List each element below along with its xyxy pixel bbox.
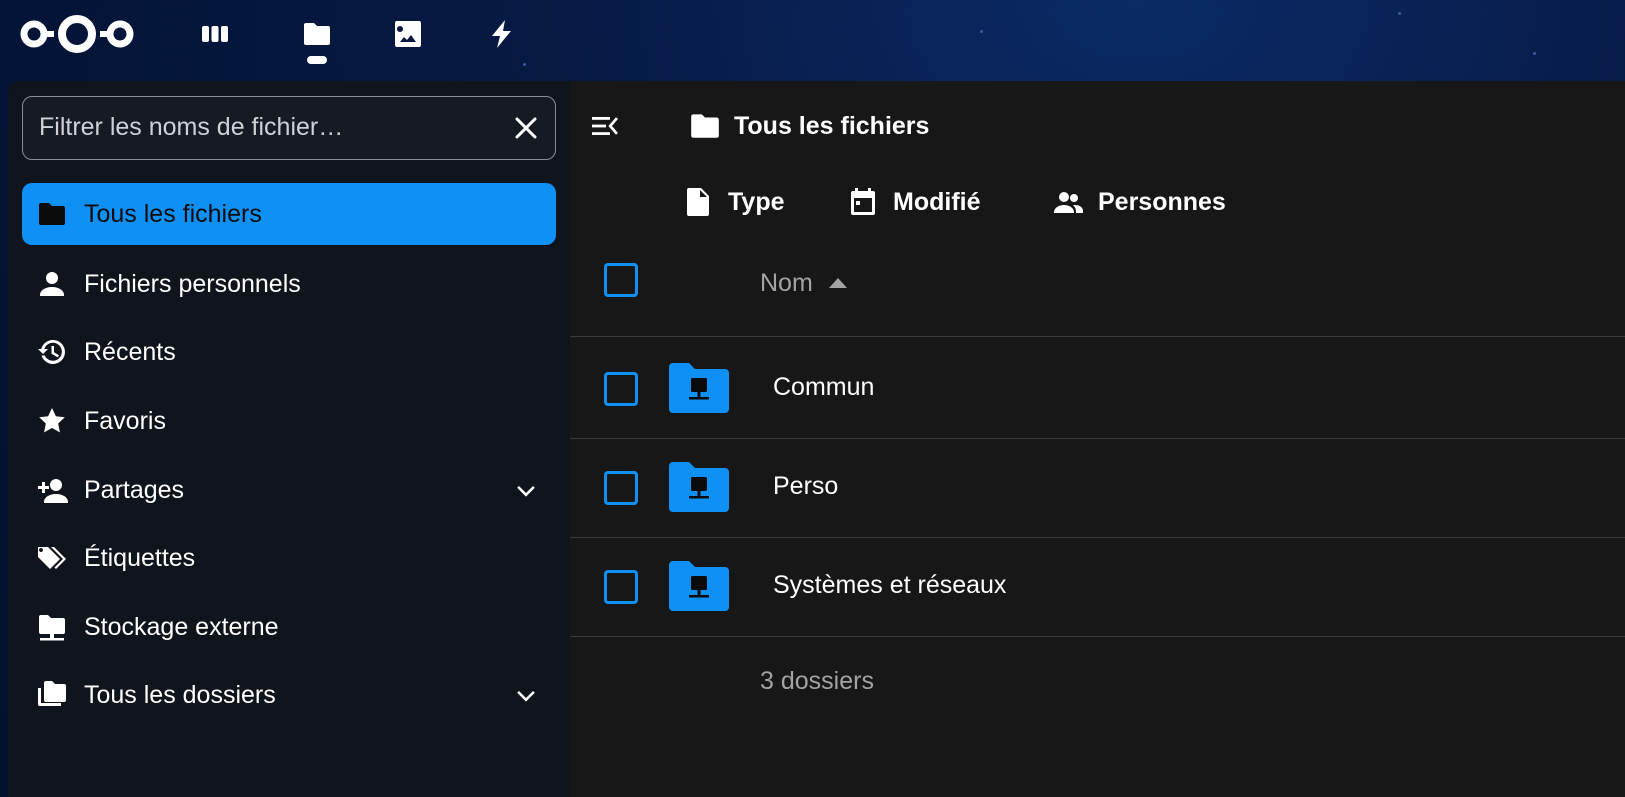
active-app-indicator bbox=[307, 56, 327, 64]
breadcrumb-label: Tous les fichiers bbox=[734, 111, 930, 140]
nextcloud-logo[interactable] bbox=[18, 12, 136, 56]
sidebar: Tous les fichiers Fichiers personnels Ré… bbox=[8, 81, 570, 797]
sidebar-item-personal-files[interactable]: Fichiers personnels bbox=[22, 253, 556, 315]
table-row[interactable]: Perso bbox=[570, 436, 1625, 538]
chevron-down-icon[interactable] bbox=[514, 478, 538, 502]
image-icon[interactable] bbox=[388, 14, 428, 54]
table-row[interactable]: Systèmes et réseaux bbox=[570, 535, 1625, 637]
history-icon bbox=[36, 336, 68, 368]
app-shell: Tous les fichiers Fichiers personnels Ré… bbox=[8, 81, 1625, 797]
filter-type-label: Type bbox=[728, 187, 785, 216]
file-name[interactable]: Perso bbox=[773, 472, 838, 501]
filter-modified-label: Modifié bbox=[893, 187, 981, 216]
sidebar-item-label: Tous les dossiers bbox=[84, 680, 276, 709]
filter-people-label: Personnes bbox=[1098, 187, 1226, 216]
people-icon bbox=[1054, 192, 1083, 213]
filter-box bbox=[22, 96, 556, 160]
sidebar-item-label: Étiquettes bbox=[84, 543, 196, 572]
sidebar-item-label: Stockage externe bbox=[84, 612, 279, 641]
sidebar-item-label: Favoris bbox=[84, 406, 166, 435]
file-icon bbox=[687, 188, 709, 216]
top-bar bbox=[0, 0, 1625, 78]
table-row[interactable]: Commun bbox=[570, 337, 1625, 439]
sidebar-item-label: Fichiers personnels bbox=[84, 269, 301, 298]
sidebar-item-label: Récents bbox=[84, 337, 176, 366]
folder-icon bbox=[691, 114, 719, 138]
network-folder-icon[interactable] bbox=[669, 560, 729, 612]
sort-ascending-icon bbox=[828, 278, 847, 288]
network-folder-icon[interactable] bbox=[669, 362, 729, 414]
folder-icon[interactable] bbox=[297, 14, 337, 54]
user-icon bbox=[36, 268, 68, 300]
column-header-name[interactable]: Nom bbox=[760, 265, 847, 301]
calendar-icon bbox=[851, 188, 875, 215]
network-folder-icon[interactable] bbox=[669, 461, 729, 513]
sidebar-item-label: Tous les fichiers bbox=[84, 199, 262, 228]
file-list-panel: Tous les fichiers Type Modifié Personnes… bbox=[570, 81, 1625, 797]
file-name[interactable]: Systèmes et réseaux bbox=[773, 571, 1006, 600]
lightning-icon[interactable] bbox=[482, 14, 522, 54]
sidebar-item-all-folders[interactable]: Tous les dossiers bbox=[22, 664, 556, 726]
sidebar-item-label: Partages bbox=[84, 475, 185, 504]
background-star bbox=[980, 30, 983, 33]
share-user-icon bbox=[36, 474, 68, 506]
sidebar-item-recents[interactable]: Récents bbox=[22, 321, 556, 383]
close-icon[interactable] bbox=[511, 113, 541, 143]
sidebar-item-shares[interactable]: Partages bbox=[22, 459, 556, 521]
external-storage-icon bbox=[36, 611, 68, 643]
chevron-down-icon[interactable] bbox=[514, 683, 538, 707]
file-name[interactable]: Commun bbox=[773, 373, 874, 402]
folders-icon bbox=[36, 679, 68, 711]
filter-people-button[interactable]: Personnes bbox=[1052, 184, 1226, 220]
background-star bbox=[1533, 52, 1536, 55]
select-all-checkbox[interactable] bbox=[604, 263, 638, 297]
breadcrumb[interactable]: Tous les fichiers bbox=[688, 109, 929, 143]
filter-modified-button[interactable]: Modifié bbox=[847, 184, 981, 220]
filter-type-button[interactable]: Type bbox=[682, 184, 785, 220]
sidebar-item-all-files[interactable]: Tous les fichiers bbox=[22, 183, 556, 245]
star-icon bbox=[36, 405, 68, 437]
folder-count-summary: 3 dossiers bbox=[760, 667, 874, 695]
menu-collapse-icon[interactable] bbox=[588, 109, 622, 143]
background-star bbox=[1398, 12, 1401, 15]
sidebar-item-favorites[interactable]: Favoris bbox=[22, 390, 556, 452]
sidebar-item-tags[interactable]: Étiquettes bbox=[22, 527, 556, 589]
row-checkbox[interactable] bbox=[604, 570, 638, 604]
folder-icon bbox=[36, 198, 68, 230]
row-checkbox[interactable] bbox=[604, 372, 638, 406]
filter-input[interactable] bbox=[39, 97, 499, 158]
column-header-label: Nom bbox=[760, 268, 813, 297]
sidebar-item-external-storage[interactable]: Stockage externe bbox=[22, 596, 556, 658]
row-checkbox[interactable] bbox=[604, 471, 638, 505]
background-star bbox=[523, 63, 526, 66]
dashboard-icon[interactable] bbox=[195, 14, 235, 54]
tags-icon bbox=[36, 542, 68, 574]
